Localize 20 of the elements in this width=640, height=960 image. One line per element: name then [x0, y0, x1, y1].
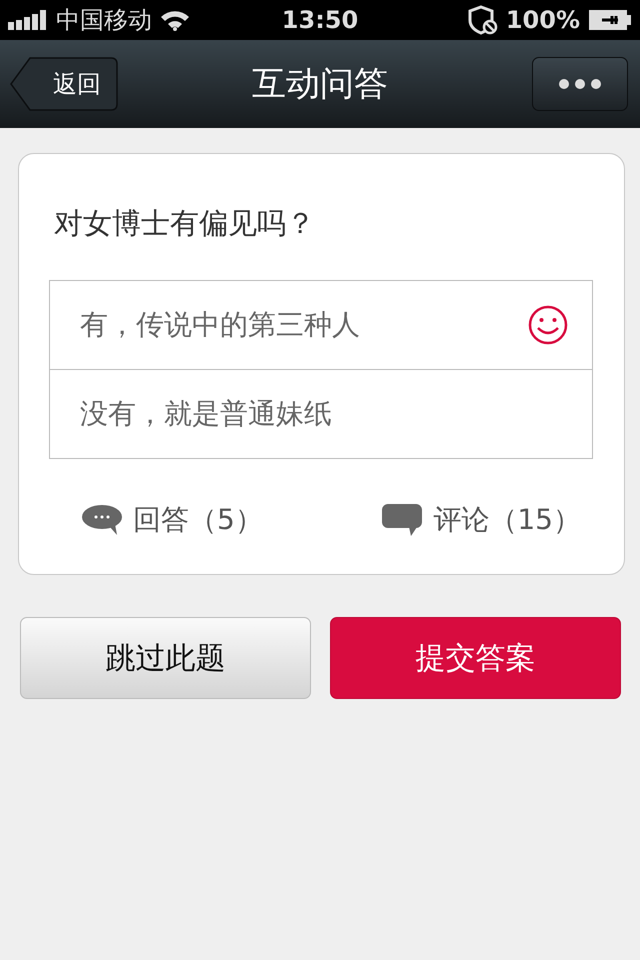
- speech-bubble-icon: [81, 504, 123, 536]
- answer-option[interactable]: 有，传说中的第三种人: [50, 281, 592, 369]
- back-button[interactable]: 返回: [10, 57, 118, 111]
- clock-time: 13:50: [282, 6, 358, 34]
- carrier-name: 中国移动: [56, 5, 152, 36]
- answers-count[interactable]: 回答（5）: [133, 501, 263, 539]
- signal-icon: [8, 10, 48, 30]
- answer-option[interactable]: 没有，就是普通妹纸: [50, 369, 592, 458]
- more-button[interactable]: [532, 57, 628, 111]
- comment-icon: [381, 503, 424, 537]
- question-text: 对女博士有偏见吗？: [54, 205, 316, 242]
- wifi-icon: [160, 9, 190, 31]
- more-icon: [558, 78, 602, 90]
- screen-title: 互动问答: [252, 64, 388, 104]
- skip-button[interactable]: 跳过此题: [20, 617, 311, 699]
- battery-icon: [588, 9, 632, 31]
- shield-icon: [468, 5, 498, 35]
- submit-button[interactable]: 提交答案: [330, 617, 621, 699]
- battery-percent: 100%: [506, 6, 580, 34]
- comments-count[interactable]: 评论（15）: [433, 501, 581, 539]
